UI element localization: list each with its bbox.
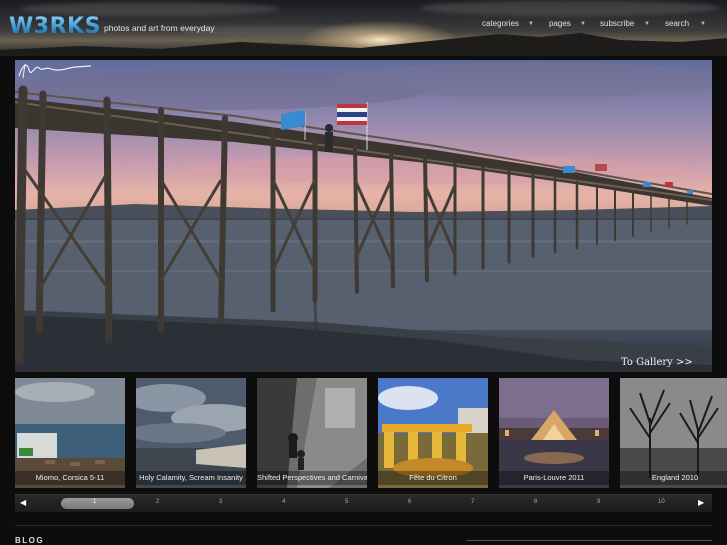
- gallery-thumbnail[interactable]: England 2010: [620, 378, 727, 488]
- gallery-thumbnail[interactable]: Shifted Perspectives and Carnival: [257, 378, 367, 488]
- gallery-caption: England 2010: [620, 471, 727, 485]
- gallery-caption: Paris-Louvre 2011: [499, 471, 609, 485]
- section-divider: [15, 525, 712, 526]
- pager-page-number[interactable]: 9: [597, 499, 600, 505]
- gallery-caption: Fête du Citron: [378, 471, 488, 485]
- gallery-thumbnail[interactable]: Fête du Citron: [378, 378, 488, 488]
- nav-subscribe[interactable]: subscribe ▼: [600, 19, 650, 28]
- gallery-thumbnail-strip: Miomo, Corsica 5-11 Holy Calamity, Screa…: [15, 378, 727, 488]
- chevron-down-icon: ▼: [700, 21, 706, 27]
- gallery-caption: Shifted Perspectives and Carnival: [257, 471, 367, 485]
- pager-page-number[interactable]: 7: [471, 499, 474, 505]
- blog-rule: [466, 540, 712, 541]
- pager-page-number[interactable]: 3: [219, 499, 222, 505]
- gallery-pager: ◀ 1 2 3 4 5 6 7 8 9 10 ▶: [15, 494, 712, 512]
- pager-page-number[interactable]: 6: [408, 499, 411, 505]
- pager-page-number[interactable]: 1: [93, 499, 96, 505]
- blog-heading: BLOG: [15, 536, 45, 545]
- hero-pier-illustration: [15, 62, 712, 372]
- pager-page-number[interactable]: 5: [345, 499, 348, 505]
- to-gallery-link[interactable]: To Gallery >>: [621, 357, 693, 368]
- site-header: W3RKS photos and art from everyday categ…: [0, 0, 727, 56]
- photographer-signature: [18, 63, 92, 79]
- pager-page-number[interactable]: 10: [658, 499, 665, 505]
- nav-label: subscribe: [600, 19, 635, 28]
- gallery-thumbnail[interactable]: Holy Calamity, Scream Insanity: [136, 378, 246, 488]
- triangle-left-icon[interactable]: ◀: [20, 498, 26, 507]
- gallery-caption: Miomo, Corsica 5-11: [15, 471, 125, 485]
- nav-categories[interactable]: categories ▼: [482, 19, 534, 28]
- chevron-down-icon: ▼: [644, 21, 650, 27]
- nav-label: categories: [482, 19, 519, 28]
- hero-slideshow-image[interactable]: To Gallery >>: [15, 60, 712, 372]
- site-logo[interactable]: W3RKS: [9, 14, 101, 39]
- nav-pages[interactable]: pages ▼: [549, 19, 586, 28]
- nav-label: pages: [549, 19, 571, 28]
- header-cloud: [420, 0, 720, 16]
- nav-label: search: [665, 19, 690, 28]
- gallery-thumbnail[interactable]: Miomo, Corsica 5-11: [15, 378, 125, 488]
- pager-page-number[interactable]: 8: [534, 499, 537, 505]
- pager-scroll-track[interactable]: 1 2 3 4 5 6 7 8 9 10: [31, 495, 696, 512]
- chevron-down-icon: ▼: [580, 21, 586, 27]
- pager-scroll-handle[interactable]: [61, 498, 134, 509]
- nav-search[interactable]: search ▼: [665, 19, 706, 28]
- triangle-right-icon[interactable]: ▶: [698, 498, 704, 507]
- chevron-down-icon: ▼: [528, 21, 534, 27]
- pager-page-number[interactable]: 2: [156, 499, 159, 505]
- gallery-caption: Holy Calamity, Scream Insanity: [136, 471, 246, 485]
- gallery-thumbnail[interactable]: Paris-Louvre 2011: [499, 378, 609, 488]
- site-tagline: photos and art from everyday: [104, 23, 215, 33]
- pager-page-number[interactable]: 4: [282, 499, 285, 505]
